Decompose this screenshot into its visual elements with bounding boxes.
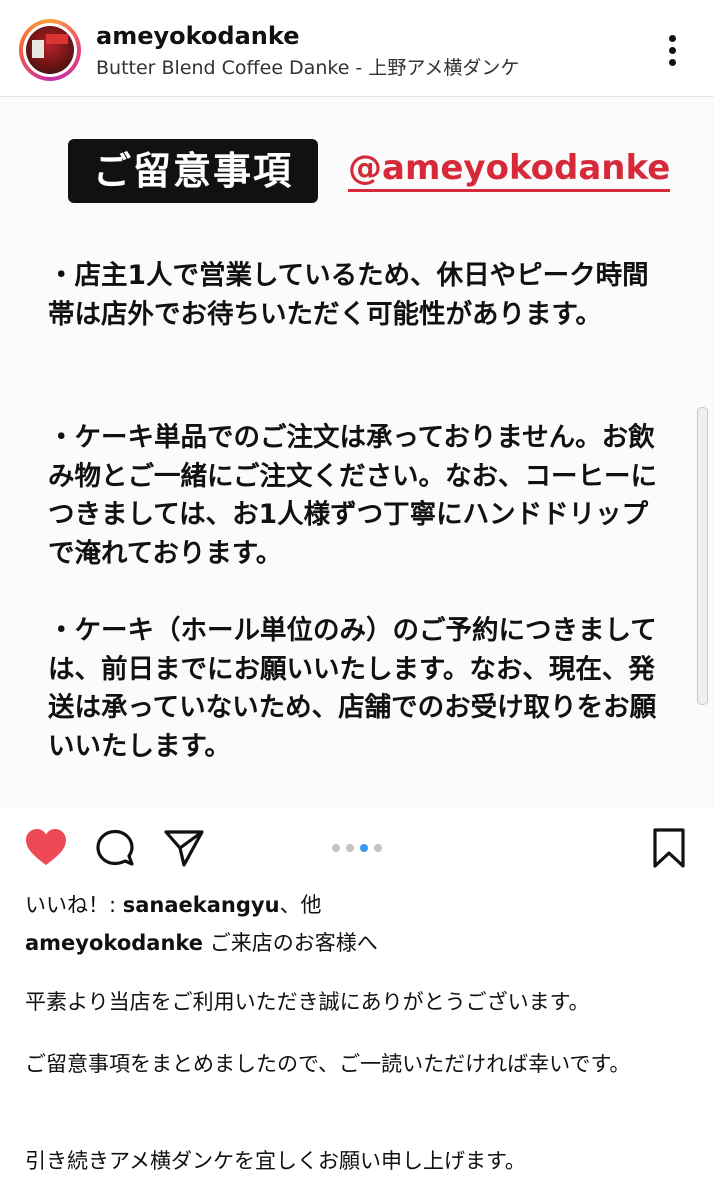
avatar-image xyxy=(26,26,74,74)
post-header: ameyokodanke Butter Blend Coffee Danke -… xyxy=(0,0,714,97)
carousel-dot xyxy=(332,844,340,852)
heart-filled-icon[interactable] xyxy=(24,827,68,867)
caption-username[interactable]: ameyokodanke xyxy=(25,931,203,955)
comment-icon[interactable] xyxy=(95,828,135,868)
notice-item: ・店主1人で営業しているため、休日やピーク時間帯は店外でお待ちいただく可能性があ… xyxy=(48,260,649,330)
bookmark-icon[interactable] xyxy=(651,827,687,869)
location-subtitle[interactable]: Butter Blend Coffee Danke - 上野アメ横ダンケ xyxy=(96,53,519,80)
scrollbar[interactable] xyxy=(697,407,708,705)
action-bar xyxy=(0,807,714,887)
post-image[interactable]: ご留意事項 @ameyokodanke ・店主1人で営業しているため、休日やピー… xyxy=(0,97,714,807)
more-options-button[interactable] xyxy=(660,30,684,70)
caption-first-line: ameyokodanke ご来店のお客様へ xyxy=(25,927,378,957)
notice-item: ・ケーキ（ホール単位のみ）のご予約につきましては、前日までにお願いいたします。な… xyxy=(48,615,657,762)
avatar[interactable] xyxy=(19,19,81,81)
likes-prefix: いいね！: xyxy=(25,893,123,917)
notice-handle: @ameyokodanke xyxy=(348,147,671,192)
likes-line: いいね！: sanaekangyu、他 xyxy=(25,889,322,919)
caption-paragraph: ご留意事項をまとめましたので、ご一読いただければ幸いです。 xyxy=(25,1052,631,1076)
likes-suffix[interactable]: 、他 xyxy=(280,893,322,917)
caption-paragraph: 平素より当店をご利用いただき誠にありがとうございます。 xyxy=(25,990,590,1014)
caption-text: ご来店のお客様へ xyxy=(203,931,378,955)
send-icon[interactable] xyxy=(163,828,205,868)
carousel-dot-active xyxy=(360,844,368,852)
username[interactable]: ameyokodanke xyxy=(96,22,299,50)
carousel-indicator xyxy=(332,843,384,853)
liker-username[interactable]: sanaekangyu xyxy=(123,893,280,917)
caption-paragraph: 引き続きアメ横ダンケを宜しくお願い申し上げます。 xyxy=(25,1149,526,1173)
notice-title: ご留意事項 xyxy=(92,149,293,193)
carousel-dot xyxy=(346,844,354,852)
carousel-dot xyxy=(374,844,382,852)
notice-title-box: ご留意事項 xyxy=(68,139,318,203)
more-vertical-icon xyxy=(669,35,676,42)
notice-item: ・ケーキ単品でのご注文は承っておりません。お飲み物とご一緒にご注文ください。なお… xyxy=(48,422,657,569)
